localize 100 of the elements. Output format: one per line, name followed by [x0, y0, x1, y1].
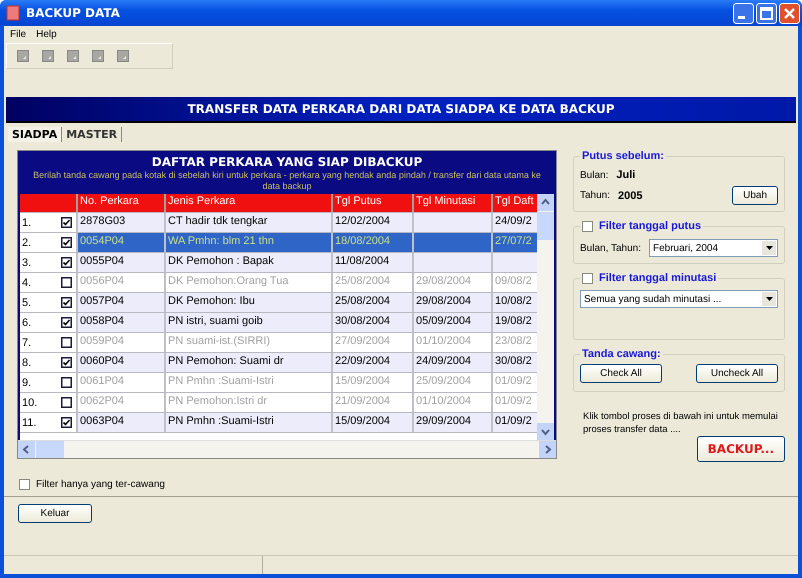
- table-cell: DK Pemohon:Orang Tua: [166, 273, 333, 292]
- row-number: 10.: [22, 396, 38, 408]
- field-value: Juli: [616, 169, 636, 181]
- caret-icon: [766, 246, 772, 250]
- table-cell: 25/09/2004: [414, 373, 493, 392]
- group-title: Tanda cawang:: [581, 348, 662, 360]
- table-cell: 15/09/2004: [333, 413, 414, 432]
- row-checkbox[interactable]: [61, 417, 72, 428]
- table-cell: PN istri, suami goib: [166, 313, 333, 332]
- table-cell: [493, 253, 537, 272]
- tab[interactable]: MASTER: [62, 127, 122, 142]
- table-cell: PN Pmhn :Suami-Istri: [166, 413, 333, 432]
- table-cell: 11/08/2004: [333, 253, 414, 272]
- banner-title: TRANSFER DATA PERKARA DARI DATA SIADPA KE DATA BACKUP: [187, 102, 615, 116]
- row-number: 2.: [22, 236, 32, 248]
- table-cell: 29/09/2004: [414, 413, 493, 432]
- table-cell: 12/02/2004: [333, 213, 414, 232]
- table-cell: 0059P04: [78, 333, 166, 352]
- table-cell: 15/09/2004: [333, 373, 414, 392]
- column-header[interactable]: Jenis Perkara: [166, 194, 333, 212]
- maximize-button[interactable]: [756, 2, 777, 24]
- table-cell: DK Pemohon: Ibu: [166, 293, 333, 312]
- check-button[interactable]: Check All: [580, 364, 662, 383]
- table-cell: 01/09/2: [493, 413, 537, 432]
- field-label: Tahun:: [580, 190, 610, 201]
- row-checkbox[interactable]: [61, 337, 72, 348]
- row-number: 7.: [22, 336, 32, 348]
- table-cell: 25/08/2004: [333, 293, 414, 312]
- row-number: 11.: [22, 416, 36, 428]
- row-checkbox[interactable]: [61, 297, 72, 308]
- row-number: 3.: [22, 256, 32, 268]
- table-cell: 0054P04: [78, 233, 166, 252]
- scroll-left-icon[interactable]: [18, 441, 35, 458]
- group-title: Filter tanggal minutasi: [599, 272, 716, 284]
- field-value: 2005: [618, 190, 644, 202]
- scroll-thumb[interactable]: [36, 441, 64, 458]
- row-checkbox[interactable]: [61, 397, 72, 408]
- row-checkbox[interactable]: [61, 357, 72, 368]
- table-cell: 29/08/2004: [414, 293, 493, 312]
- change-button[interactable]: Ubah: [732, 186, 778, 205]
- vertical-scrollbar[interactable]: [537, 194, 554, 440]
- minimize-button[interactable]: [733, 2, 754, 24]
- row-number: 1.: [22, 216, 32, 228]
- table-cell: 10/08/2: [493, 293, 537, 312]
- checkbox[interactable]: [582, 220, 593, 232]
- row-checkbox[interactable]: [61, 237, 72, 248]
- tab[interactable]: SIADPA: [8, 127, 62, 142]
- table-cell: CT hadir tdk tengkar: [166, 213, 333, 232]
- row-checkbox[interactable]: [61, 217, 72, 228]
- table-cell: PN Pemohon: Suami dr: [166, 353, 333, 372]
- table-cell: WA Pmhn: blm 21 thn: [166, 233, 333, 252]
- table-cell: 0061P04: [78, 373, 166, 392]
- table-cell: PN suami-ist.(SIRRI): [166, 333, 333, 352]
- document-icon: [6, 5, 20, 21]
- row-number: 6.: [22, 316, 32, 328]
- checkbox[interactable]: [582, 272, 593, 284]
- group-title: Putus sebelum:: [581, 150, 665, 162]
- table-cell: 01/10/2004: [414, 333, 493, 352]
- instruction-text: Klik tombol proses di bawah ini untuk memulai proses transfer data ....: [583, 410, 779, 436]
- column-header[interactable]: Tgl Minutasi: [414, 194, 493, 212]
- table-cell: 27/07/2: [493, 233, 537, 252]
- checkbox[interactable]: [19, 479, 30, 490]
- table-cell: 0060P04: [78, 353, 166, 372]
- table-cell: 30/08/2004: [333, 313, 414, 332]
- table-cell: 18/08/2004: [333, 233, 414, 252]
- table-cell: 24/09/2: [493, 213, 537, 232]
- horizontal-scrollbar[interactable]: [18, 440, 556, 458]
- scroll-up-icon[interactable]: [537, 194, 554, 211]
- menu-item[interactable]: File: [10, 29, 26, 40]
- field-label: Bulan, Tahun:: [580, 242, 641, 254]
- row-checkbox[interactable]: [61, 257, 72, 268]
- group-title: Filter tanggal putus: [599, 220, 702, 232]
- row-checkbox[interactable]: [61, 277, 72, 288]
- row-checkbox[interactable]: [61, 377, 72, 388]
- close-button[interactable]: [779, 2, 800, 24]
- menu-item[interactable]: Help: [36, 29, 57, 40]
- filter-dropdown[interactable]: Semua yang sudah minutasi ...: [580, 290, 778, 308]
- table-cell: 0062P04: [78, 393, 166, 412]
- window-title: BACKUP DATA: [26, 6, 120, 20]
- column-header[interactable]: Tgl Putus: [333, 194, 414, 212]
- table-cell: DK Pemohon : Bapak: [166, 253, 333, 272]
- row-number: 9.: [22, 376, 32, 388]
- column-header[interactable]: No. Perkara: [78, 194, 166, 212]
- table-cell: 27/09/2004: [333, 333, 414, 352]
- caret-icon: [766, 297, 772, 301]
- month-dropdown[interactable]: Februari, 2004: [648, 239, 778, 257]
- scroll-right-icon[interactable]: [539, 441, 556, 458]
- row-checkbox[interactable]: [61, 317, 72, 328]
- scroll-thumb[interactable]: [537, 212, 554, 240]
- checkbox-label: Filter hanya yang ter-cawang: [36, 479, 165, 490]
- table-cell: 01/10/2004: [414, 393, 493, 412]
- scroll-down-icon[interactable]: [537, 423, 554, 440]
- row-number: 5.: [22, 296, 32, 308]
- backup-button[interactable]: BACKUP...: [696, 436, 785, 462]
- check-button[interactable]: Uncheck All: [696, 364, 778, 383]
- table-cell: 0058P04: [78, 313, 166, 332]
- table-cell: 29/08/2004: [414, 273, 493, 292]
- table-cell: 0056P04: [78, 273, 166, 292]
- table-cell: 05/09/2004: [414, 313, 493, 332]
- exit-button[interactable]: Keluar: [18, 504, 92, 523]
